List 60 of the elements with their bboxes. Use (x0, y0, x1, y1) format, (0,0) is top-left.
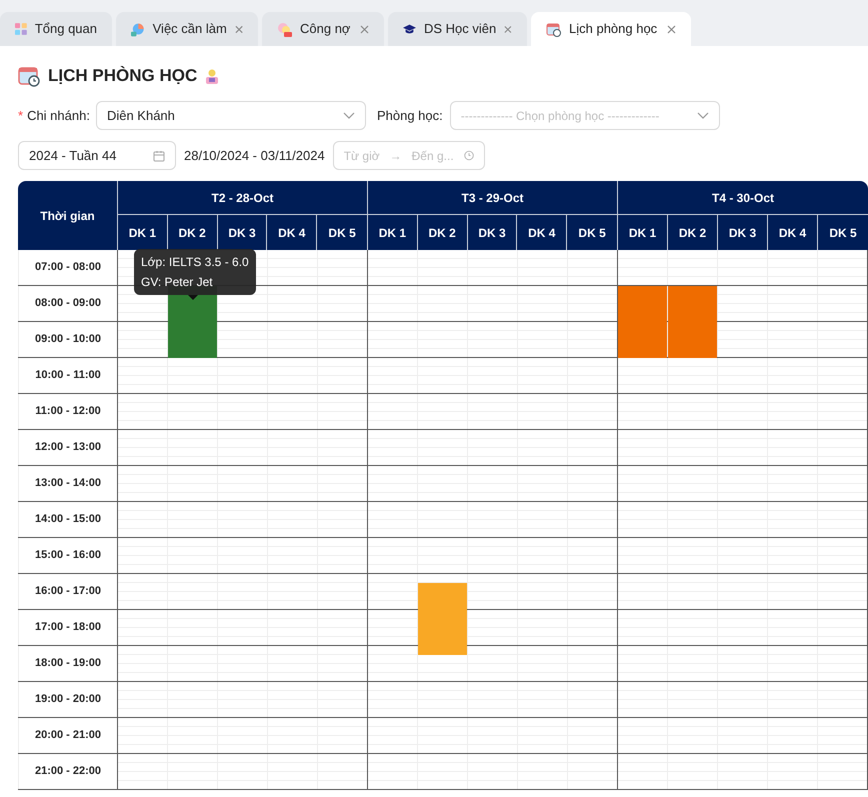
room-header: DK 5 (327, 224, 357, 242)
room-header: DK 4 (768, 215, 818, 250)
room-header: DK 2 (668, 215, 718, 250)
close-icon[interactable] (667, 24, 676, 34)
room-header: DK 1 (618, 215, 668, 250)
tooltip: Lớp: IELTS 3.5 - 6.0 GV: Peter Jet (134, 249, 256, 295)
time-cell: 08:00 - 09:00 (18, 286, 118, 321)
room-header: DK 4 (267, 215, 318, 250)
time-cell: 13:00 - 14:00 (18, 466, 118, 501)
required-mark: * (18, 106, 24, 125)
tab[interactable]: Lịch phòng học (531, 12, 691, 46)
time-cell: 16:00 - 17:00 (18, 574, 118, 609)
room-header: DK 4 (517, 215, 568, 250)
time-cell: 19:00 - 20:00 (18, 682, 118, 717)
person-icon (205, 68, 220, 84)
time-cell: 10:00 - 11:00 (18, 358, 118, 393)
time-cell: 09:00 - 10:00 (18, 322, 118, 357)
time-cell: 11:00 - 12:00 (18, 394, 118, 429)
day-header: T2 - 28-Oct (118, 181, 367, 215)
chevron-down-icon (342, 112, 355, 120)
time-cell: 07:00 - 08:00 (18, 250, 118, 285)
room-header: DK 5 (577, 224, 607, 242)
day-header: T3 - 29-Oct (368, 181, 617, 215)
date-range: 28/10/2024 - 03/11/2024 (184, 146, 325, 165)
column-header: Thời gian (18, 181, 118, 250)
coins-icon (277, 22, 292, 36)
week-picker[interactable]: 2024 - Tuần 44 (18, 141, 176, 170)
tiles-icon (15, 22, 27, 36)
tooltip-arrow-icon (188, 295, 198, 300)
tab[interactable]: DS Học viên (388, 12, 527, 46)
time-cell: 21:00 - 22:00 (18, 754, 118, 789)
pie-chart-icon (131, 22, 145, 36)
room-header: DK 1 (368, 215, 418, 250)
room-header: DK 2 (418, 215, 468, 250)
room-header: DK 5 (828, 224, 858, 242)
room-header: DK 3 (718, 215, 768, 250)
room-label: Phòng học: (376, 106, 443, 125)
room-header: DK 3 (468, 215, 518, 250)
calendar-icon (18, 65, 40, 87)
time-cell: 20:00 - 21:00 (18, 718, 118, 753)
close-icon[interactable] (234, 24, 243, 34)
close-icon[interactable] (504, 24, 512, 34)
time-cell: 18:00 - 19:00 (18, 646, 118, 681)
time-cell: 15:00 - 16:00 (18, 538, 118, 573)
tab[interactable]: Công nợ (262, 12, 384, 46)
tab[interactable]: Việc cần làm (116, 12, 258, 46)
clock-icon (464, 149, 474, 162)
calendar-icon (153, 150, 165, 162)
chevron-down-icon (696, 112, 709, 120)
graduation-cap-icon (403, 23, 416, 35)
branch-select[interactable]: Diên Khánh (96, 101, 366, 130)
branch-label: Chi nhánh: (27, 106, 90, 125)
time-cell: 12:00 - 13:00 (18, 430, 118, 465)
time-cell: 14:00 - 15:00 (18, 502, 118, 537)
tab[interactable]: Tổng quan (0, 12, 112, 46)
close-icon[interactable] (360, 24, 369, 34)
page-title: LỊCH PHÒNG HỌC (48, 65, 198, 88)
time-cell: 17:00 - 18:00 (18, 610, 118, 645)
calendar-icon (546, 22, 561, 36)
day-header: T4 - 30-Oct (618, 181, 868, 215)
